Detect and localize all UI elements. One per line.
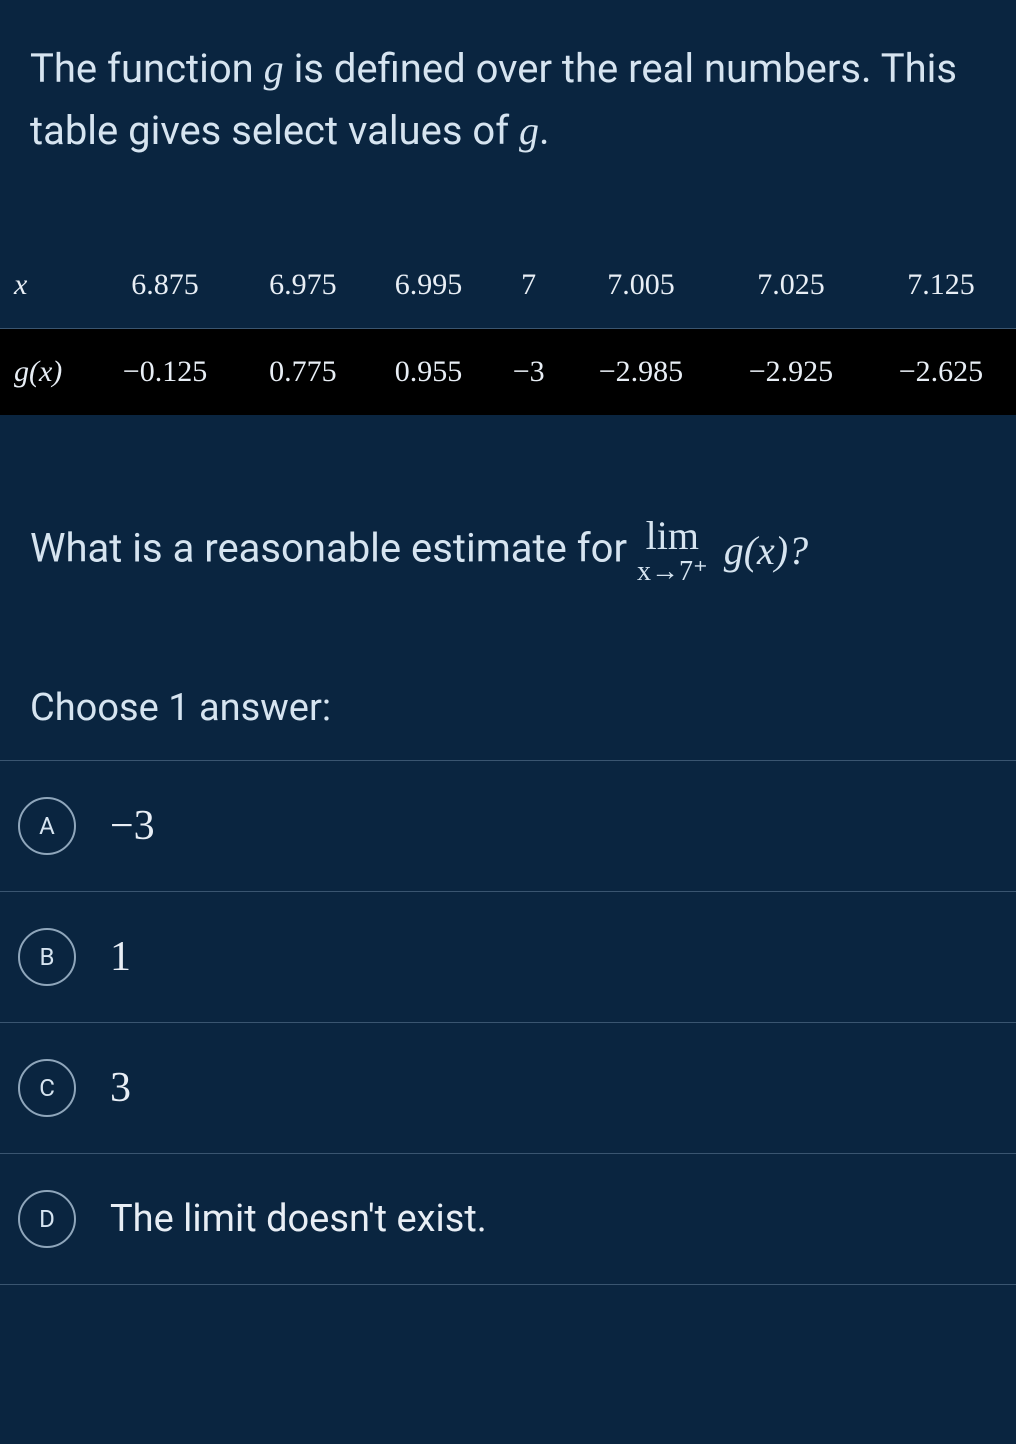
limit-bottom: x→7⁺ (637, 557, 708, 586)
gx-cell: −2.925 (716, 329, 866, 416)
answer-text: 3 (110, 1064, 131, 1112)
radio-letter: D (18, 1190, 76, 1248)
table-row-gx: g(x) −0.125 0.775 0.955 −3 −2.985 −2.925… (0, 329, 1016, 416)
answer-text: The limit doesn't exist. (110, 1197, 487, 1241)
radio-letter: C (18, 1059, 76, 1117)
answer-list: A −3 B 1 C 3 D The limit doesn't exist. (0, 760, 1016, 1285)
x-cell: 7.125 (866, 242, 1016, 329)
question-lead: What is a reasonable estimate for (30, 524, 637, 571)
gx-cell: −2.625 (866, 329, 1016, 416)
stem-var-g-2: g (519, 108, 539, 153)
limit-gx: g(x)? (724, 528, 808, 573)
stem-text-1: The function (30, 45, 264, 92)
x-cell: 6.875 (90, 242, 240, 329)
gx-cell: −3 (491, 329, 566, 416)
x-cell: 7.005 (566, 242, 716, 329)
answer-text: −3 (110, 802, 155, 850)
question-prompt: What is a reasonable estimate for lim x→… (0, 415, 1016, 606)
radio-letter: A (18, 797, 76, 855)
stem-var-g-1: g (264, 46, 284, 91)
x-cell: 6.975 (240, 242, 366, 329)
row-label-gx: g(x) (0, 329, 90, 416)
answer-option-c[interactable]: C 3 (0, 1022, 1016, 1153)
gx-cell: 0.955 (366, 329, 492, 416)
answer-text: 1 (110, 933, 131, 981)
choose-label: Choose 1 answer: (0, 606, 1016, 760)
limit-expression: lim x→7⁺ g(x)? (637, 515, 808, 586)
row-label-x: x (0, 242, 90, 329)
data-table-wrap: x 6.875 6.975 6.995 7 7.005 7.025 7.125 … (0, 242, 1016, 415)
x-cell: 7 (491, 242, 566, 329)
x-cell: 6.995 (366, 242, 492, 329)
x-cell: 7.025 (716, 242, 866, 329)
answer-option-b[interactable]: B 1 (0, 891, 1016, 1022)
answer-option-d[interactable]: D The limit doesn't exist. (0, 1153, 1016, 1285)
gx-cell: 0.775 (240, 329, 366, 416)
limit-top: lim (646, 513, 699, 558)
answer-option-a[interactable]: A −3 (0, 760, 1016, 891)
stem-text-3: . (539, 107, 550, 154)
gx-cell: −2.985 (566, 329, 716, 416)
table-row-x: x 6.875 6.975 6.995 7 7.005 7.025 7.125 (0, 242, 1016, 329)
radio-letter: B (18, 928, 76, 986)
data-table: x 6.875 6.975 6.995 7 7.005 7.025 7.125 … (0, 242, 1016, 415)
question-stem: The function g is defined over the real … (0, 0, 1016, 182)
gx-cell: −0.125 (90, 329, 240, 416)
